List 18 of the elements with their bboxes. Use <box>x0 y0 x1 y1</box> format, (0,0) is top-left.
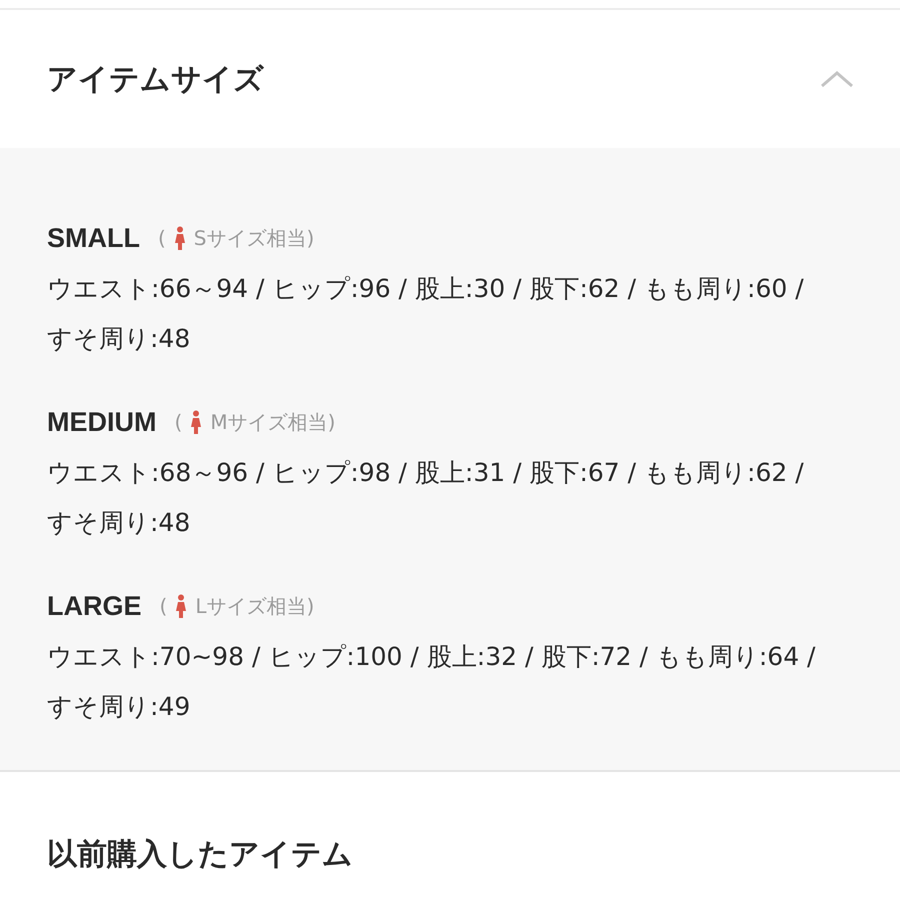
woman-icon <box>175 594 188 618</box>
size-equivalent: Mサイズ相当) <box>210 408 336 436</box>
woman-icon <box>174 226 186 250</box>
size-name: SMALL <box>47 222 140 254</box>
size-equivalent: Lサイズ相当) <box>195 592 314 620</box>
size-name: MEDIUM <box>47 406 156 438</box>
section-title: アイテムサイズ <box>47 60 264 98</box>
size-measurements: ウエスト:70~98 / ヒップ:100 / 股上:32 / 股下:72 / もも周り:64 / すそ周り:49 <box>47 641 816 723</box>
paren: ( <box>160 594 168 618</box>
size-measurements: ウエスト:68～96 / ヒップ:98 / 股上:31 / 股下:67 / もも周り:62 / すそ周り:48 <box>47 457 805 539</box>
size-equivalent: Sサイズ相当) <box>194 224 314 252</box>
woman-icon <box>190 410 202 434</box>
section-title: 以前購入したアイテム <box>47 836 354 874</box>
chevron-icon[interactable] <box>820 70 854 88</box>
size-name: LARGE <box>47 590 142 622</box>
paren: ( <box>158 226 166 250</box>
paren: ( <box>174 410 182 434</box>
size-measurements: ウエスト:66～94 / ヒップ:96 / 股上:30 / 股下:62 / もも周り:60 / すそ周り:48 <box>47 273 805 355</box>
